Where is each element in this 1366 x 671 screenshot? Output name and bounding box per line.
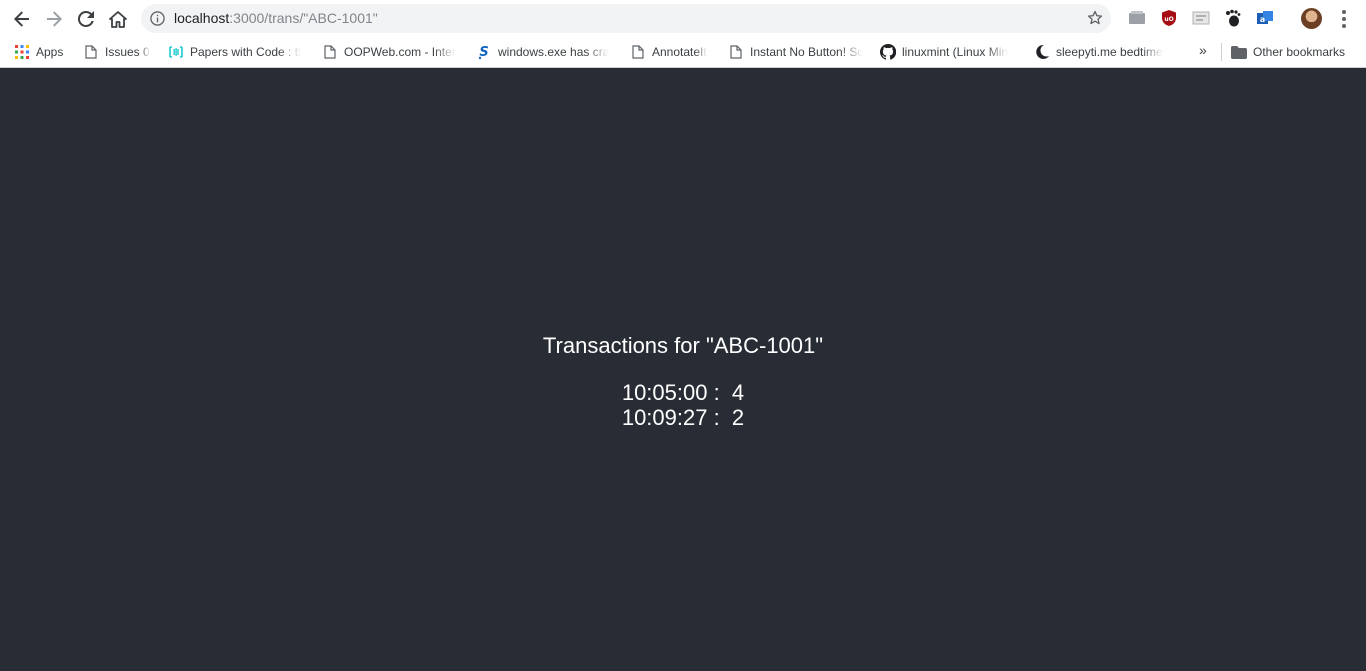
url-host: localhost [174, 10, 230, 26]
page-icon [728, 44, 744, 60]
profile-avatar[interactable] [1301, 8, 1322, 29]
bookmark-sleepytime[interactable]: sleepyti.me bedtime [1034, 42, 1178, 62]
info-icon[interactable] [150, 11, 165, 26]
transaction-row: 10:09:27 : 2 [0, 405, 1366, 430]
chrome-menu-icon[interactable] [1336, 8, 1352, 30]
bookmark-label: Apps [36, 45, 64, 59]
bookmark-apps[interactable]: Apps [14, 42, 74, 62]
translate-extension-icon[interactable]: a [1255, 8, 1275, 28]
bookmark-papers-with-code[interactable]: Papers with Code : tl [168, 42, 306, 62]
bookmark-label: Papers with Code : tl [190, 45, 301, 59]
page-title: Transactions for "ABC-1001" [542, 333, 824, 358]
page-icon [630, 44, 646, 60]
transaction-time: 10:09:27 [621, 405, 708, 430]
bookmark-label: Instant No Button! Sc [750, 45, 864, 59]
bookmark-annotateit[interactable]: AnnotateIt [630, 42, 720, 62]
svg-text:a: a [1260, 15, 1265, 24]
page-content: Transactions for "ABC-1001" 10:05:00 : 4… [0, 69, 1366, 671]
reload-button[interactable] [73, 6, 99, 32]
moon-icon [1034, 44, 1050, 60]
home-button[interactable] [105, 6, 131, 32]
page-icon [83, 44, 99, 60]
reload-icon [78, 11, 94, 27]
gnome-foot-icon[interactable] [1223, 8, 1243, 28]
home-icon [109, 10, 127, 28]
transactions-list: 10:05:00 : 4 10:09:27 : 2 [0, 380, 1366, 430]
bookmark-label: Other bookmarks [1253, 45, 1346, 59]
forward-button[interactable] [41, 6, 67, 32]
bookmarks-bar: Apps Issues 0 Papers with Code : tl OOPW… [0, 37, 1366, 68]
transaction-time: 10:05:00 [621, 380, 708, 405]
bookmark-label: AnnotateIt [652, 45, 707, 59]
url-text[interactable]: localhost:3000/trans/"ABC-1001" [174, 10, 378, 27]
extension-gallery-icon[interactable] [1127, 8, 1147, 28]
bookmark-label: windows.exe has cra [498, 45, 610, 59]
apps-grid-icon [14, 44, 30, 60]
bookmarks-separator [1221, 43, 1222, 61]
bookmark-star-icon[interactable] [1087, 10, 1103, 26]
ublock-origin-icon[interactable]: uO [1159, 8, 1179, 28]
bookmark-issues[interactable]: Issues 0 [83, 42, 155, 62]
back-button[interactable] [9, 6, 35, 32]
folder-icon [1231, 44, 1247, 60]
bookmark-label: OOPWeb.com - Inter [344, 45, 456, 59]
arrow-left-icon [14, 11, 29, 27]
transaction-separator: : [707, 405, 732, 430]
svg-text:uO: uO [1164, 16, 1173, 23]
bookmark-label: sleepyti.me bedtime [1056, 45, 1163, 59]
browser-toolbar: localhost:3000/trans/"ABC-1001" uO a [0, 0, 1366, 37]
bookmarks-overflow-chevron[interactable]: » [1199, 42, 1207, 58]
transaction-separator: : [707, 380, 732, 405]
s-logo-icon: S [476, 44, 492, 60]
paperswithcode-icon [168, 44, 184, 60]
bookmark-label: linuxmint (Linux Min [902, 45, 1009, 59]
bookmark-other-bookmarks[interactable]: Other bookmarks [1231, 42, 1361, 62]
page-icon [322, 44, 338, 60]
transaction-count: 4 [731, 380, 745, 405]
github-icon [880, 44, 896, 60]
bookmark-windows-exe[interactable]: S windows.exe has cra [476, 42, 618, 62]
arrow-right-icon [47, 11, 62, 27]
bookmark-oopweb[interactable]: OOPWeb.com - Inter [322, 42, 462, 62]
bookmark-linuxmint[interactable]: linuxmint (Linux Min [880, 42, 1022, 62]
transaction-count: 2 [731, 405, 745, 430]
url-path: :3000/trans/"ABC-1001" [229, 10, 378, 26]
extension-grey-box-icon[interactable] [1191, 8, 1211, 28]
bookmark-instant-no-button[interactable]: Instant No Button! Sc [728, 42, 866, 62]
bookmark-label: Issues 0 [105, 45, 150, 59]
transaction-row: 10:05:00 : 4 [0, 380, 1366, 405]
address-bar[interactable]: localhost:3000/trans/"ABC-1001" [141, 4, 1111, 33]
